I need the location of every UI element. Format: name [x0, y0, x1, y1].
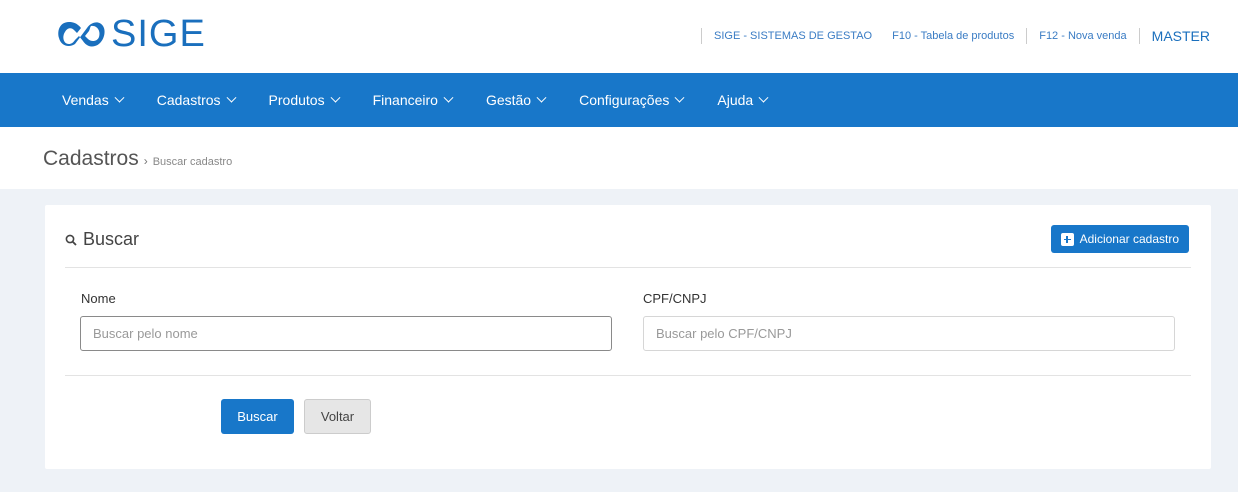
add-cadastro-label: Adicionar cadastro	[1079, 232, 1179, 246]
breadcrumb: Cadastros › Buscar cadastro	[43, 147, 232, 171]
nav-item-produtos[interactable]: Produtos	[268, 92, 341, 108]
back-button[interactable]: Voltar	[304, 399, 371, 434]
breadcrumb-section[interactable]: Cadastros	[43, 147, 139, 171]
divider	[65, 267, 1191, 268]
nav-item-vendas[interactable]: Vendas	[62, 92, 125, 108]
cpf-cnpj-label: CPF/CNPJ	[643, 291, 707, 306]
breadcrumb-current-page: Buscar cadastro	[152, 156, 233, 168]
main-nav: Vendas Cadastros Produtos Financeiro Ges…	[0, 73, 1238, 127]
user-menu[interactable]: MASTER	[1152, 28, 1210, 44]
chevron-down-icon	[330, 92, 341, 103]
sige-logo[interactable]: SIGE	[55, 14, 206, 54]
chevron-down-icon	[443, 92, 454, 103]
nav-item-ajuda[interactable]: Ajuda	[717, 92, 769, 108]
cpf-cnpj-search-input[interactable]	[643, 316, 1175, 351]
chevron-down-icon	[674, 92, 685, 103]
top-header: SIGE SIGE - SISTEMAS DE GESTAO F10 - Tab…	[0, 0, 1238, 73]
breadcrumb-separator: ›	[143, 154, 148, 168]
nav-item-label: Gestão	[485, 92, 532, 108]
search-icon	[65, 234, 77, 246]
nav-item-label: Cadastros	[156, 92, 221, 108]
nome-label: Nome	[81, 291, 116, 306]
plus-square-icon	[1060, 232, 1074, 246]
nav-item-label: Financeiro	[372, 92, 438, 108]
logo-text: SIGE	[111, 13, 206, 55]
chevron-down-icon	[114, 92, 125, 103]
f12-new-sale-link[interactable]: F12 - Nova venda	[1039, 30, 1126, 42]
nav-item-label: Produtos	[268, 92, 325, 108]
nome-search-input[interactable]	[80, 316, 612, 351]
divider	[1026, 28, 1028, 44]
nav-item-financeiro[interactable]: Financeiro	[372, 92, 454, 108]
search-panel: Buscar Adicionar cadastro Nome CPF/CNPJ …	[45, 205, 1211, 469]
search-button[interactable]: Buscar	[221, 399, 294, 434]
nav-item-configuracoes[interactable]: Configurações	[579, 92, 685, 108]
add-cadastro-button[interactable]: Adicionar cadastro	[1050, 225, 1189, 253]
chevron-down-icon	[226, 92, 236, 103]
nav-item-cadastros[interactable]: Cadastros	[156, 92, 236, 108]
nav-item-label: Vendas	[62, 92, 109, 108]
divider	[1138, 28, 1140, 44]
nav-item-label: Ajuda	[717, 92, 754, 108]
panel-title-text: Buscar	[83, 229, 140, 249]
chevron-down-icon	[758, 92, 769, 103]
nav-item-label: Configurações	[579, 92, 670, 108]
chevron-down-icon	[536, 92, 547, 103]
f10-product-table-link[interactable]: F10 - Tabela de produtos	[892, 30, 1014, 42]
company-link[interactable]: SIGE - SISTEMAS DE GESTAO	[714, 30, 872, 42]
divider	[65, 375, 1191, 376]
infinity-logo-icon	[58, 22, 105, 47]
nav-item-gestao[interactable]: Gestão	[485, 92, 547, 108]
top-links: SIGE - SISTEMAS DE GESTAO F10 - Tabela d…	[689, 28, 1210, 44]
panel-title: Buscar	[65, 229, 139, 250]
divider	[701, 28, 702, 44]
